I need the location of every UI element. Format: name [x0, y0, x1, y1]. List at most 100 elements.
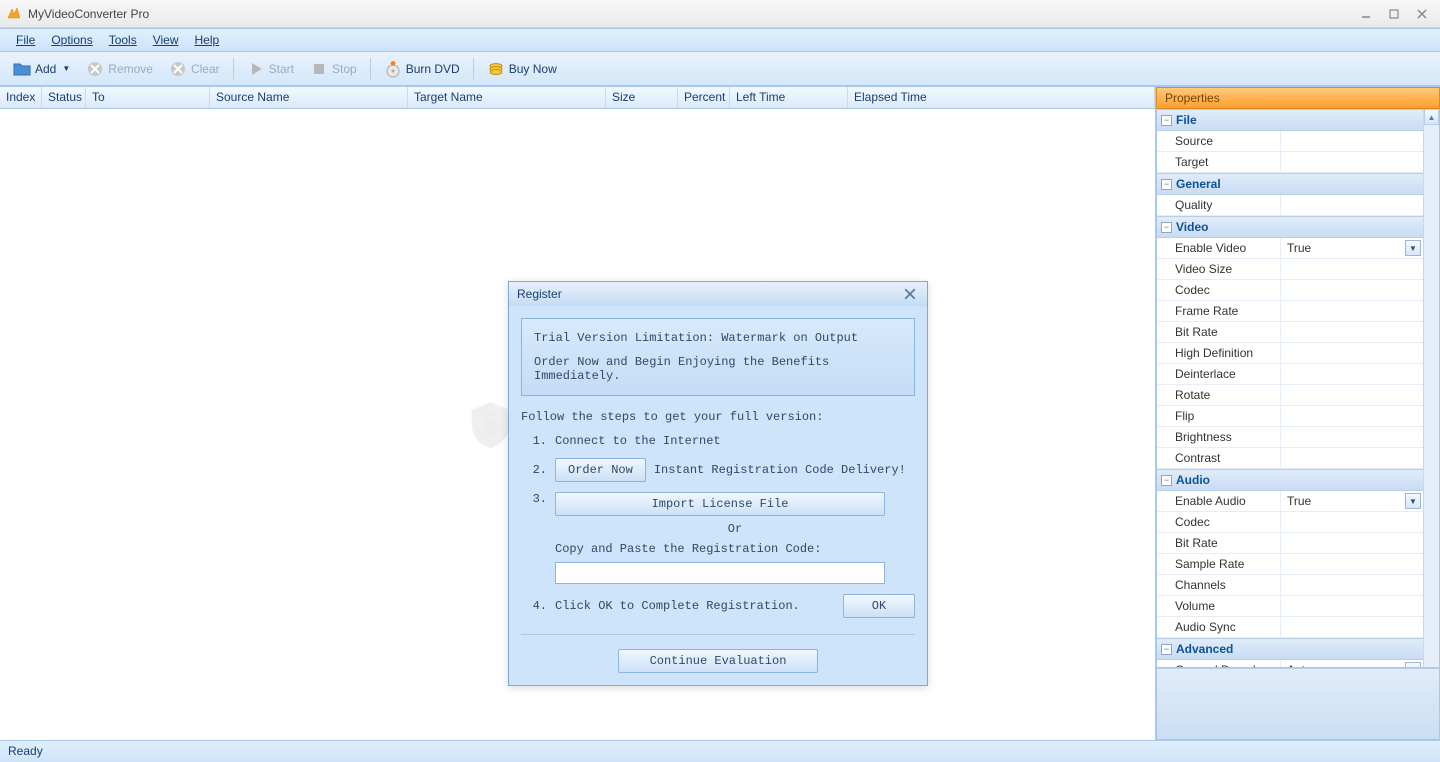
properties-panel: Properties ▲ − File Source Target — [1156, 87, 1440, 740]
prop-channels[interactable]: Channels — [1157, 575, 1423, 596]
menu-file[interactable]: File — [8, 31, 43, 49]
prop-brightness[interactable]: Brightness — [1157, 427, 1423, 448]
prop-source[interactable]: Source — [1157, 131, 1423, 152]
collapse-icon[interactable]: − — [1161, 179, 1172, 190]
step-3: 3. Import License File Or Copy and Paste… — [529, 492, 915, 584]
properties-title: Properties — [1156, 87, 1440, 109]
app-title: MyVideoConverter Pro — [28, 7, 1354, 21]
prop-enable-video[interactable]: Enable VideoTrue▼ — [1157, 238, 1423, 259]
prop-group-video-label: Video — [1176, 220, 1208, 234]
col-percent[interactable]: Percent — [678, 87, 730, 108]
ok-button[interactable]: OK — [843, 594, 915, 618]
prop-flip[interactable]: Flip — [1157, 406, 1423, 427]
prop-audio-codec[interactable]: Codec — [1157, 512, 1423, 533]
prop-audio-sync[interactable]: Audio Sync — [1157, 617, 1423, 638]
col-size[interactable]: Size — [606, 87, 678, 108]
prop-rotate[interactable]: Rotate — [1157, 385, 1423, 406]
step-1-text: Connect to the Internet — [555, 434, 721, 448]
menu-view[interactable]: View — [145, 31, 187, 49]
dialog-title: Register — [517, 287, 901, 301]
collapse-icon[interactable]: − — [1161, 115, 1172, 126]
step-4: 4. Click OK to Complete Registration. OK — [529, 594, 915, 618]
prop-video-bitrate[interactable]: Bit Rate — [1157, 322, 1423, 343]
collapse-icon[interactable]: − — [1161, 475, 1172, 486]
prop-general-decoder[interactable]: General DecoderAuto▼ — [1157, 660, 1423, 668]
prop-quality[interactable]: Quality — [1157, 195, 1423, 216]
buy-now-button[interactable]: Buy Now — [480, 56, 564, 82]
prop-audio-bitrate[interactable]: Bit Rate — [1157, 533, 1423, 554]
properties-scrollbar[interactable]: ▲ — [1423, 109, 1439, 667]
file-list-area: Index Status To Source Name Target Name … — [0, 87, 1156, 740]
menu-tools[interactable]: Tools — [101, 31, 145, 49]
prop-group-general-label: General — [1176, 177, 1221, 191]
add-button[interactable]: Add▼ — [6, 56, 77, 82]
or-text: Or — [555, 522, 915, 536]
stop-button[interactable]: Stop — [303, 56, 364, 82]
maximize-button[interactable] — [1382, 5, 1406, 23]
prop-group-audio-header[interactable]: − Audio — [1157, 469, 1423, 491]
collapse-icon[interactable]: − — [1161, 644, 1172, 655]
col-elapsed-time[interactable]: Elapsed Time — [848, 87, 1155, 108]
dropdown-icon[interactable]: ▼ — [1405, 240, 1421, 256]
col-source-name[interactable]: Source Name — [210, 87, 408, 108]
prop-frame-rate[interactable]: Frame Rate — [1157, 301, 1423, 322]
import-license-button[interactable]: Import License File — [555, 492, 885, 516]
prop-video-size[interactable]: Video Size — [1157, 259, 1423, 280]
clear-label: Clear — [191, 62, 220, 76]
burn-dvd-button[interactable]: Burn DVD — [377, 56, 467, 82]
register-dialog: Register Trial Version Limitation: Water… — [508, 281, 928, 686]
title-bar: MyVideoConverter Pro — [0, 0, 1440, 28]
order-now-button[interactable]: Order Now — [555, 458, 646, 482]
stop-label: Stop — [332, 62, 357, 76]
menu-bar: File Options Tools View Help — [0, 28, 1440, 52]
main-area: Index Status To Source Name Target Name … — [0, 86, 1440, 740]
col-to[interactable]: To — [86, 87, 210, 108]
menu-help[interactable]: Help — [187, 31, 228, 49]
prop-contrast[interactable]: Contrast — [1157, 448, 1423, 469]
scroll-up-icon[interactable]: ▲ — [1424, 109, 1439, 125]
start-button[interactable]: Start — [240, 56, 301, 82]
stop-icon — [310, 60, 328, 78]
col-target-name[interactable]: Target Name — [408, 87, 606, 108]
prop-group-file-header[interactable]: − File — [1157, 109, 1423, 131]
continue-evaluation-button[interactable]: Continue Evaluation — [618, 649, 818, 673]
col-index[interactable]: Index — [0, 87, 42, 108]
coins-icon — [487, 60, 505, 78]
toolbar-separator — [473, 58, 474, 80]
dropdown-icon[interactable]: ▼ — [1405, 493, 1421, 509]
properties-body: ▲ − File Source Target − Genera — [1156, 109, 1440, 668]
prop-group-video-header[interactable]: − Video — [1157, 216, 1423, 238]
remove-label: Remove — [108, 62, 153, 76]
prop-group-advanced: − Advanced General DecoderAuto▼ — [1157, 638, 1423, 668]
toolbar-separator — [370, 58, 371, 80]
prop-deinterlace[interactable]: Deinterlace — [1157, 364, 1423, 385]
app-icon — [6, 6, 22, 22]
close-button[interactable] — [1410, 5, 1434, 23]
table-header: Index Status To Source Name Target Name … — [0, 87, 1155, 109]
dialog-close-button[interactable] — [901, 286, 919, 302]
prop-high-def[interactable]: High Definition — [1157, 343, 1423, 364]
prop-sample-rate[interactable]: Sample Rate — [1157, 554, 1423, 575]
prop-video-codec[interactable]: Codec — [1157, 280, 1423, 301]
prop-group-audio: − Audio Enable AudioTrue▼ Codec Bit Rate… — [1157, 469, 1423, 638]
prop-group-file: − File Source Target — [1157, 109, 1423, 173]
menu-options[interactable]: Options — [43, 31, 100, 49]
remove-button[interactable]: Remove — [79, 56, 160, 82]
prop-group-audio-label: Audio — [1176, 473, 1210, 487]
minimize-button[interactable] — [1354, 5, 1378, 23]
col-status[interactable]: Status — [42, 87, 86, 108]
collapse-icon[interactable]: − — [1161, 222, 1172, 233]
prop-group-advanced-header[interactable]: − Advanced — [1157, 638, 1423, 660]
status-bar: Ready — [0, 740, 1440, 762]
dropdown-icon[interactable]: ▼ — [1405, 662, 1421, 668]
trial-limitation-text: Trial Version Limitation: Watermark on O… — [534, 331, 902, 345]
prop-enable-audio[interactable]: Enable AudioTrue▼ — [1157, 491, 1423, 512]
prop-target[interactable]: Target — [1157, 152, 1423, 173]
prop-volume[interactable]: Volume — [1157, 596, 1423, 617]
window-controls — [1354, 5, 1434, 23]
col-left-time[interactable]: Left Time — [730, 87, 848, 108]
clear-button[interactable]: Clear — [162, 56, 227, 82]
prop-group-general-header[interactable]: − General — [1157, 173, 1423, 195]
prop-group-video: − Video Enable VideoTrue▼ Video Size Cod… — [1157, 216, 1423, 469]
registration-code-input[interactable] — [555, 562, 885, 584]
